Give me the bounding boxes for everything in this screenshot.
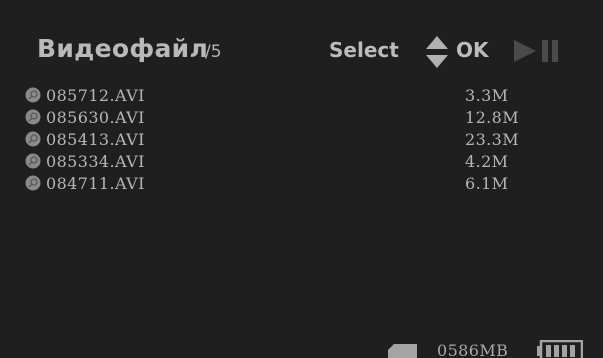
file-name: 084711.AVI bbox=[46, 174, 145, 193]
file-size: 23.3M bbox=[465, 130, 520, 149]
up-down-arrows-icon bbox=[426, 36, 448, 68]
sd-card-icon bbox=[388, 344, 417, 358]
file-row[interactable]: 085630.AVI 12.8M bbox=[0, 107, 603, 129]
video-file-icon bbox=[25, 153, 41, 169]
file-row[interactable]: 085334.AVI 4.2M bbox=[0, 151, 603, 173]
file-name: 085630.AVI bbox=[46, 108, 145, 127]
video-file-icon bbox=[25, 131, 41, 147]
file-row[interactable]: 084711.AVI 6.1M bbox=[0, 173, 603, 195]
file-size: 12.8M bbox=[465, 108, 520, 127]
file-name: 085413.AVI bbox=[46, 130, 145, 149]
header-bar: Видеофайл /5 Select OK bbox=[0, 0, 603, 82]
file-row[interactable]: 085413.AVI 23.3M bbox=[0, 129, 603, 151]
video-file-browser-screen: Видеофайл /5 Select OK 085712.AVI 3.3M 0… bbox=[0, 0, 603, 358]
select-hint-label: Select bbox=[329, 38, 399, 62]
file-count: /5 bbox=[205, 42, 222, 62]
file-name: 085334.AVI bbox=[46, 152, 145, 171]
file-size: 6.1M bbox=[465, 174, 509, 193]
file-size: 4.2M bbox=[465, 152, 509, 171]
battery-icon bbox=[537, 340, 583, 358]
video-file-icon bbox=[25, 87, 41, 103]
file-name: 085712.AVI bbox=[46, 86, 145, 105]
page-title: Видеофайл bbox=[37, 34, 209, 63]
ok-hint-label: OK bbox=[456, 38, 489, 62]
video-file-icon bbox=[25, 175, 41, 191]
storage-free-label: 0586MB bbox=[437, 341, 509, 358]
video-file-icon bbox=[25, 109, 41, 125]
file-row[interactable]: 085712.AVI 3.3M bbox=[0, 85, 603, 107]
file-size: 3.3M bbox=[465, 86, 509, 105]
play-pause-icon bbox=[514, 40, 558, 62]
